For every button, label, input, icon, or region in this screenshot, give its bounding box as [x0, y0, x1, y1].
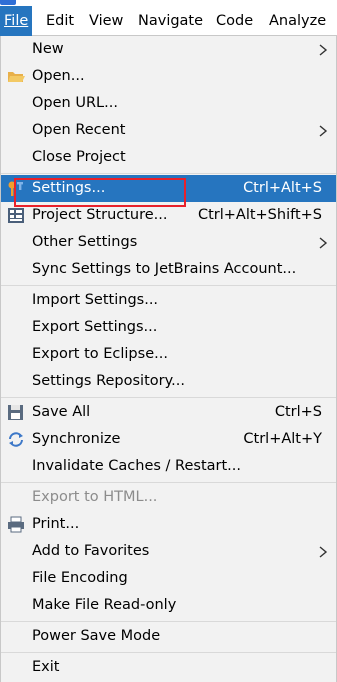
menu-item-label: Open Recent [32, 122, 126, 138]
project-structure-icon [8, 208, 24, 223]
app-logo-icon [0, 0, 16, 5]
chevron-right-icon [319, 237, 328, 249]
menubar-file[interactable]: File [0, 6, 33, 36]
menu-item-label: Synchronize [32, 431, 121, 447]
menu-separator [1, 482, 336, 483]
menu-item-label: Settings Repository... [32, 373, 185, 389]
menu-item-label: Open URL... [32, 95, 118, 111]
synchronize-icon [9, 432, 23, 447]
menu-item-label: Invalidate Caches / Restart... [32, 458, 241, 474]
menu-item-open-url[interactable]: Open URL... [1, 90, 336, 117]
menubar-view[interactable]: View [85, 6, 127, 36]
menu-item-label: Project Structure... [32, 207, 168, 223]
menu-item-add-to-favorites[interactable]: Add to Favorites [1, 538, 336, 565]
menubar-edit[interactable]: Edit [42, 6, 78, 36]
menu-item-label: Power Save Mode [32, 628, 161, 644]
menu-item-open-recent[interactable]: Open Recent [1, 117, 336, 144]
menu-item-label: Export Settings... [32, 319, 158, 335]
chevron-right-icon [319, 44, 328, 56]
menu-item-other-settings[interactable]: Other Settings [1, 229, 336, 256]
menu-item-export-to-html: Export to HTML... [1, 484, 336, 511]
menu-item-exit[interactable]: Exit [1, 654, 336, 681]
menu-item-invalidate-caches[interactable]: Invalidate Caches / Restart... [1, 453, 336, 480]
menu-item-label: Export to Eclipse... [32, 346, 168, 362]
menu-item-label: Make File Read-only [32, 597, 177, 613]
menu-item-label: Other Settings [32, 234, 138, 250]
menu-item-label: Export to HTML... [32, 489, 158, 505]
menu-item-sync-settings[interactable]: Sync Settings to JetBrains Account... [1, 256, 336, 283]
menu-separator [1, 173, 336, 174]
save-icon [8, 405, 23, 420]
menu-item-label: Import Settings... [32, 292, 159, 308]
menu-item-label: Open... [32, 68, 85, 84]
menu-item-open[interactable]: Open... [1, 63, 336, 90]
menu-item-export-to-eclipse[interactable]: Export to Eclipse... [1, 341, 336, 368]
menu-item-settings-repository[interactable]: Settings Repository... [1, 368, 336, 395]
menu-item-shortcut: Ctrl+Alt+S [243, 180, 322, 196]
menu-item-label: Add to Favorites [32, 543, 150, 559]
menu-item-make-read-only[interactable]: Make File Read-only [1, 592, 336, 619]
settings-wrench-icon [8, 181, 23, 196]
menu-separator [1, 397, 336, 398]
menu-item-shortcut: Ctrl+S [274, 404, 322, 420]
menu-item-label: Exit [32, 659, 60, 675]
main-menubar: File Edit View Navigate Code Analyze [0, 6, 337, 36]
menu-separator [1, 285, 336, 286]
menu-item-label: Settings... [32, 180, 106, 196]
chevron-right-icon [319, 125, 328, 137]
menu-item-export-settings[interactable]: Export Settings... [1, 314, 336, 341]
menubar-analyze[interactable]: Analyze [265, 6, 330, 36]
menu-item-label: Sync Settings to JetBrains Account... [32, 261, 297, 277]
menu-item-label: File Encoding [32, 570, 128, 586]
menu-item-settings[interactable]: Settings... Ctrl+Alt+S [1, 175, 336, 202]
menu-separator [1, 621, 336, 622]
menu-item-save-all[interactable]: Save All Ctrl+S [1, 399, 336, 426]
menu-item-label: Print... [32, 516, 80, 532]
menu-item-power-save-mode[interactable]: Power Save Mode [1, 623, 336, 650]
menu-item-label: Close Project [32, 149, 126, 165]
menu-item-synchronize[interactable]: Synchronize Ctrl+Alt+Y [1, 426, 336, 453]
printer-icon [8, 516, 24, 533]
file-menu-dropdown: New Open... Open URL... Open Recent Clos… [0, 36, 337, 682]
chevron-right-icon [319, 546, 328, 558]
menu-item-file-encoding[interactable]: File Encoding [1, 565, 336, 592]
folder-icon [8, 72, 25, 82]
menu-item-label: Save All [32, 404, 91, 420]
menu-item-project-structure[interactable]: Project Structure... Ctrl+Alt+Shift+S [1, 202, 336, 229]
menu-separator [1, 652, 336, 653]
menu-item-new[interactable]: New [1, 36, 336, 63]
menubar-code[interactable]: Code [212, 6, 257, 36]
menu-item-label: New [32, 41, 64, 57]
menu-item-shortcut: Ctrl+Alt+Shift+S [197, 207, 322, 223]
menu-item-print[interactable]: Print... [1, 511, 336, 538]
menu-item-shortcut: Ctrl+Alt+Y [243, 431, 322, 447]
menu-item-import-settings[interactable]: Import Settings... [1, 287, 336, 314]
menubar-navigate[interactable]: Navigate [134, 6, 207, 36]
menu-item-close-project[interactable]: Close Project [1, 144, 336, 171]
